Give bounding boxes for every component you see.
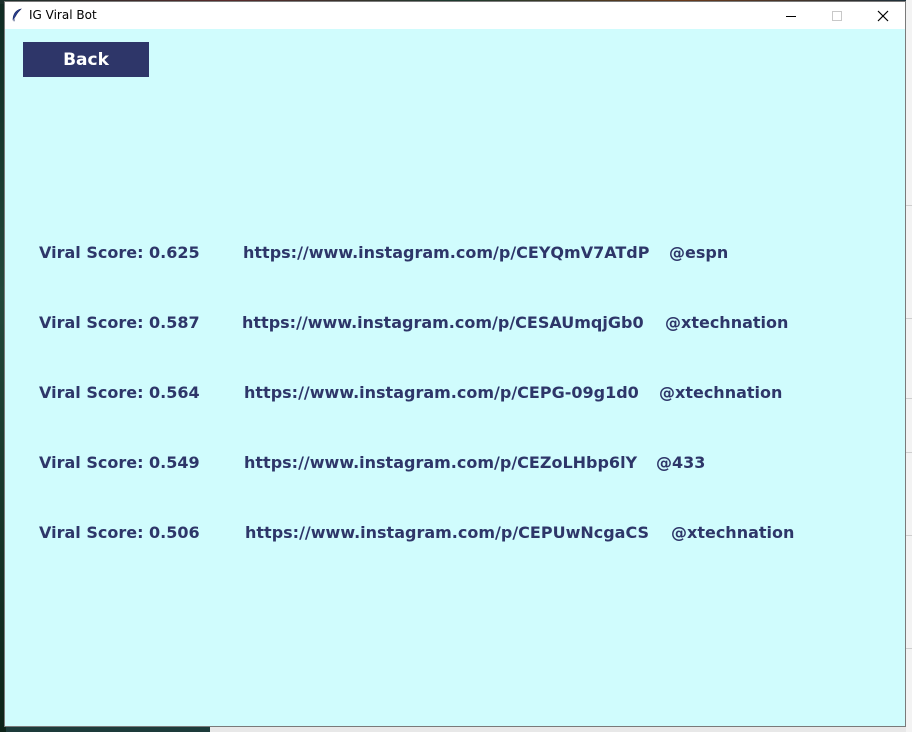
post-url: https://www.instagram.com/p/CEYQmV7ATdP xyxy=(243,243,650,262)
account-handle: @espn xyxy=(669,243,729,262)
background-window-edge xyxy=(906,0,912,732)
results-panel: Back Viral Score: 0.625 https://www.inst… xyxy=(5,29,905,726)
post-url: https://www.instagram.com/p/CEPG-09g1d0 xyxy=(244,383,639,402)
post-url: https://www.instagram.com/p/CEPUwNcgaCS xyxy=(245,523,650,542)
result-row: Viral Score: 0.625 https://www.instagram… xyxy=(5,243,905,267)
viral-score: Viral Score: 0.587 xyxy=(39,313,200,332)
result-row: Viral Score: 0.506 https://www.instagram… xyxy=(5,523,905,547)
viral-score: Viral Score: 0.549 xyxy=(39,453,200,472)
account-handle: @xtechnation xyxy=(665,313,789,332)
app-window: IG Viral Bot Back Viral Score: 0.625 htt… xyxy=(4,1,906,727)
feather-icon xyxy=(12,8,22,22)
result-row: Viral Score: 0.587 https://www.instagram… xyxy=(5,313,905,337)
close-icon xyxy=(877,10,889,21)
result-row: Viral Score: 0.564 https://www.instagram… xyxy=(5,383,905,407)
post-url: https://www.instagram.com/p/CEZoLHbp6lY xyxy=(244,453,638,472)
maximize-icon xyxy=(832,10,842,21)
maximize-button[interactable] xyxy=(814,2,860,29)
window-title: IG Viral Bot xyxy=(29,8,97,22)
close-button[interactable] xyxy=(860,2,906,29)
minimize-icon xyxy=(786,15,796,17)
account-handle: @433 xyxy=(656,453,706,472)
background-window-bottom xyxy=(6,727,906,732)
back-button[interactable]: Back xyxy=(23,42,149,77)
account-handle: @xtechnation xyxy=(671,523,795,542)
title-bar[interactable]: IG Viral Bot xyxy=(5,2,905,29)
account-handle: @xtechnation xyxy=(659,383,783,402)
viral-score: Viral Score: 0.625 xyxy=(39,243,200,262)
viral-score: Viral Score: 0.564 xyxy=(39,383,200,402)
viral-score: Viral Score: 0.506 xyxy=(39,523,200,542)
minimize-button[interactable] xyxy=(768,2,814,29)
post-url: https://www.instagram.com/p/CESAUmqjGb0 xyxy=(242,313,644,332)
result-row: Viral Score: 0.549 https://www.instagram… xyxy=(5,453,905,477)
